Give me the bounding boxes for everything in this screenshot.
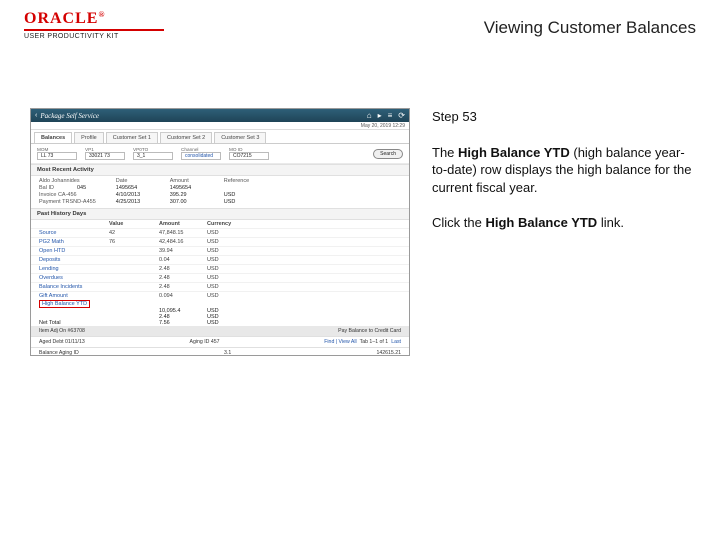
page-title: Viewing Customer Balances [484, 18, 696, 38]
section-recent-activity: Most Recent Activity [31, 164, 409, 176]
table-row: Lending2.48USD [31, 264, 409, 273]
bold-hibal-1: High Balance YTD [458, 145, 570, 160]
row-invoice: Invoice CA-456 [39, 192, 77, 198]
history-header: Value Amount Currency [31, 220, 409, 228]
flag-icon[interactable]: ▸ [378, 111, 382, 120]
bold-hibal-2: High Balance YTD [485, 215, 597, 230]
step-number: Step 53 [432, 108, 696, 126]
table-row: Open HTD39.94USD [31, 246, 409, 255]
input[interactable]: LL 73 [37, 152, 77, 160]
history-table: Value Amount Currency Source4247,848.15U… [31, 220, 409, 300]
item-adj: Item Adj On #63708 [39, 328, 85, 334]
tab-balances[interactable]: Balances [34, 132, 72, 143]
pay-credit[interactable]: Pay Balance to Credit Card [338, 328, 401, 334]
input[interactable]: CO7215 [229, 152, 269, 160]
table-row: Net Total7.56USD [31, 320, 409, 326]
app-title: Package Self Service [40, 112, 360, 120]
table-row: Gift Amount0.094USD [31, 291, 409, 300]
back-chevron-icon[interactable]: ‹ [35, 112, 37, 119]
home-icon[interactable]: ⌂ [367, 111, 372, 120]
refresh-icon[interactable]: ⟳ [398, 111, 405, 120]
tab-row: Balances Profile Customer Set 1 Customer… [31, 130, 409, 144]
page-header: ORACLE® USER PRODUCTIVITY KIT Viewing Cu… [24, 10, 696, 54]
app-titlebar: ‹ Package Self Service ⌂ ▸ ≡ ⟳ [31, 109, 409, 122]
recent-info: Aldo Johannides Bal ID045 Invoice CA-456… [31, 176, 409, 208]
high-balance-ytd-link[interactable]: High Balance YTD [39, 300, 90, 308]
app-datetime: May 20, 2019 12:29 [31, 122, 409, 130]
h-ref: Reference [224, 178, 258, 184]
last-data-row: Balance Aging ID 3.1 142615.21 [31, 347, 409, 356]
tab-set2[interactable]: Customer Set 2 [160, 132, 212, 143]
search-button[interactable]: Search [373, 149, 403, 159]
last-link[interactable]: Last [391, 339, 401, 345]
pager: Find | View All Tab 1–1 of 1 Last [324, 339, 401, 345]
high-balance-row: High Balance YTD [31, 300, 409, 308]
row-payment: Payment TRSND-A455 [39, 199, 96, 205]
find-viewall[interactable]: Find | View All [324, 339, 356, 345]
registered-mark: ® [98, 10, 105, 19]
filter-channel: Channel consolidated [181, 147, 221, 160]
page-count: Tab 1–1 of 1 [360, 339, 389, 345]
table-row: Deposits0.04USD [31, 255, 409, 264]
upk-subline: USER PRODUCTIVITY KIT [24, 29, 164, 40]
aging-id: Aging ID 457 [190, 339, 220, 345]
oracle-text: ORACLE [24, 10, 98, 27]
channel-link[interactable]: consolidated [181, 152, 221, 160]
cust-name: Aldo Johannides [39, 178, 80, 184]
filter-moid: MO ID CO7215 [229, 147, 269, 160]
h-date: Date [116, 178, 150, 184]
table-row: Overdues2.48USD [31, 273, 409, 282]
instruction-panel: Step 53 The High Balance YTD (high balan… [432, 108, 696, 250]
table-row: Balance Incidents2.48USD [31, 282, 409, 291]
instruction-paragraph-2: Click the High Balance YTD link. [432, 214, 696, 232]
grey-subbar: Item Adj On #63708 Pay Balance to Credit… [31, 326, 409, 336]
input[interactable]: 3_1 [133, 152, 173, 160]
instruction-paragraph-1: The High Balance YTD (high balance year-… [432, 144, 696, 197]
tab-set3[interactable]: Customer Set 3 [214, 132, 266, 143]
menu-icon[interactable]: ≡ [388, 111, 393, 120]
tab-profile[interactable]: Profile [74, 132, 104, 143]
filter-vp0: VP0TO 3_1 [133, 147, 173, 160]
table-row: PG2 Math7642,484.16USD [31, 237, 409, 246]
tab-set1[interactable]: Customer Set 1 [106, 132, 158, 143]
input[interactable]: 33021 73 [85, 152, 125, 160]
h-amount: Amount [170, 178, 204, 184]
section-past-history: Past History Days [31, 208, 409, 220]
footer-row: Aged Debt 01/11/13 Aging ID 457 Find | V… [31, 336, 409, 347]
aged-debt: Aged Debt 01/11/13 [39, 339, 85, 345]
balid-label: Bal ID [39, 185, 73, 191]
filter-mom: MOM LL 73 [37, 147, 77, 160]
filter-row: MOM LL 73 VP1 33021 73 VP0TO 3_1 Channel… [31, 144, 409, 164]
table-row: Source4247,848.15USD [31, 228, 409, 237]
app-screenshot: ‹ Package Self Service ⌂ ▸ ≡ ⟳ May 20, 2… [30, 108, 410, 356]
filter-vp1: VP1 33021 73 [85, 147, 125, 160]
